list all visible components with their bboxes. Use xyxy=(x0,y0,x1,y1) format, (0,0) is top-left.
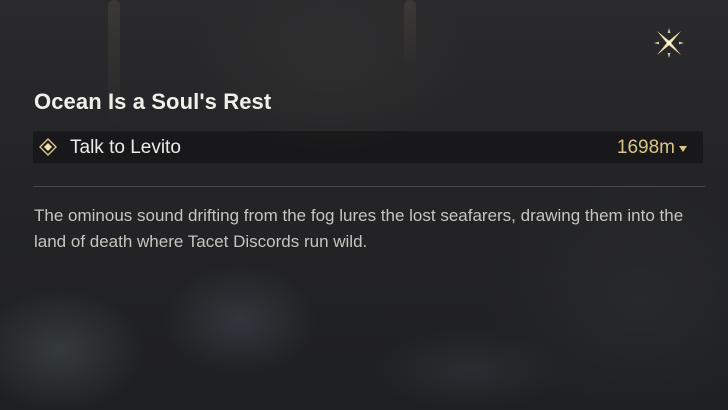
divider xyxy=(33,186,705,187)
quest-description: The ominous sound drifting from the fog … xyxy=(34,206,684,251)
quest-title: Ocean Is a Soul's Rest xyxy=(34,89,272,114)
quest-objective-row[interactable]: Talk to Levito 1698m xyxy=(33,131,703,163)
diamond-marker-icon xyxy=(39,138,57,156)
close-button[interactable] xyxy=(648,22,690,64)
objective-distance: 1698m xyxy=(617,137,687,159)
background-decoration xyxy=(404,0,416,70)
distance-value: 1698m xyxy=(616,137,675,158)
quest-detail-screen: Ocean Is a Soul's Rest Talk to Levito 16… xyxy=(0,0,728,410)
close-x-icon xyxy=(654,28,684,58)
objective-label: Talk to Levito xyxy=(70,137,181,158)
caret-down-icon xyxy=(679,146,687,152)
